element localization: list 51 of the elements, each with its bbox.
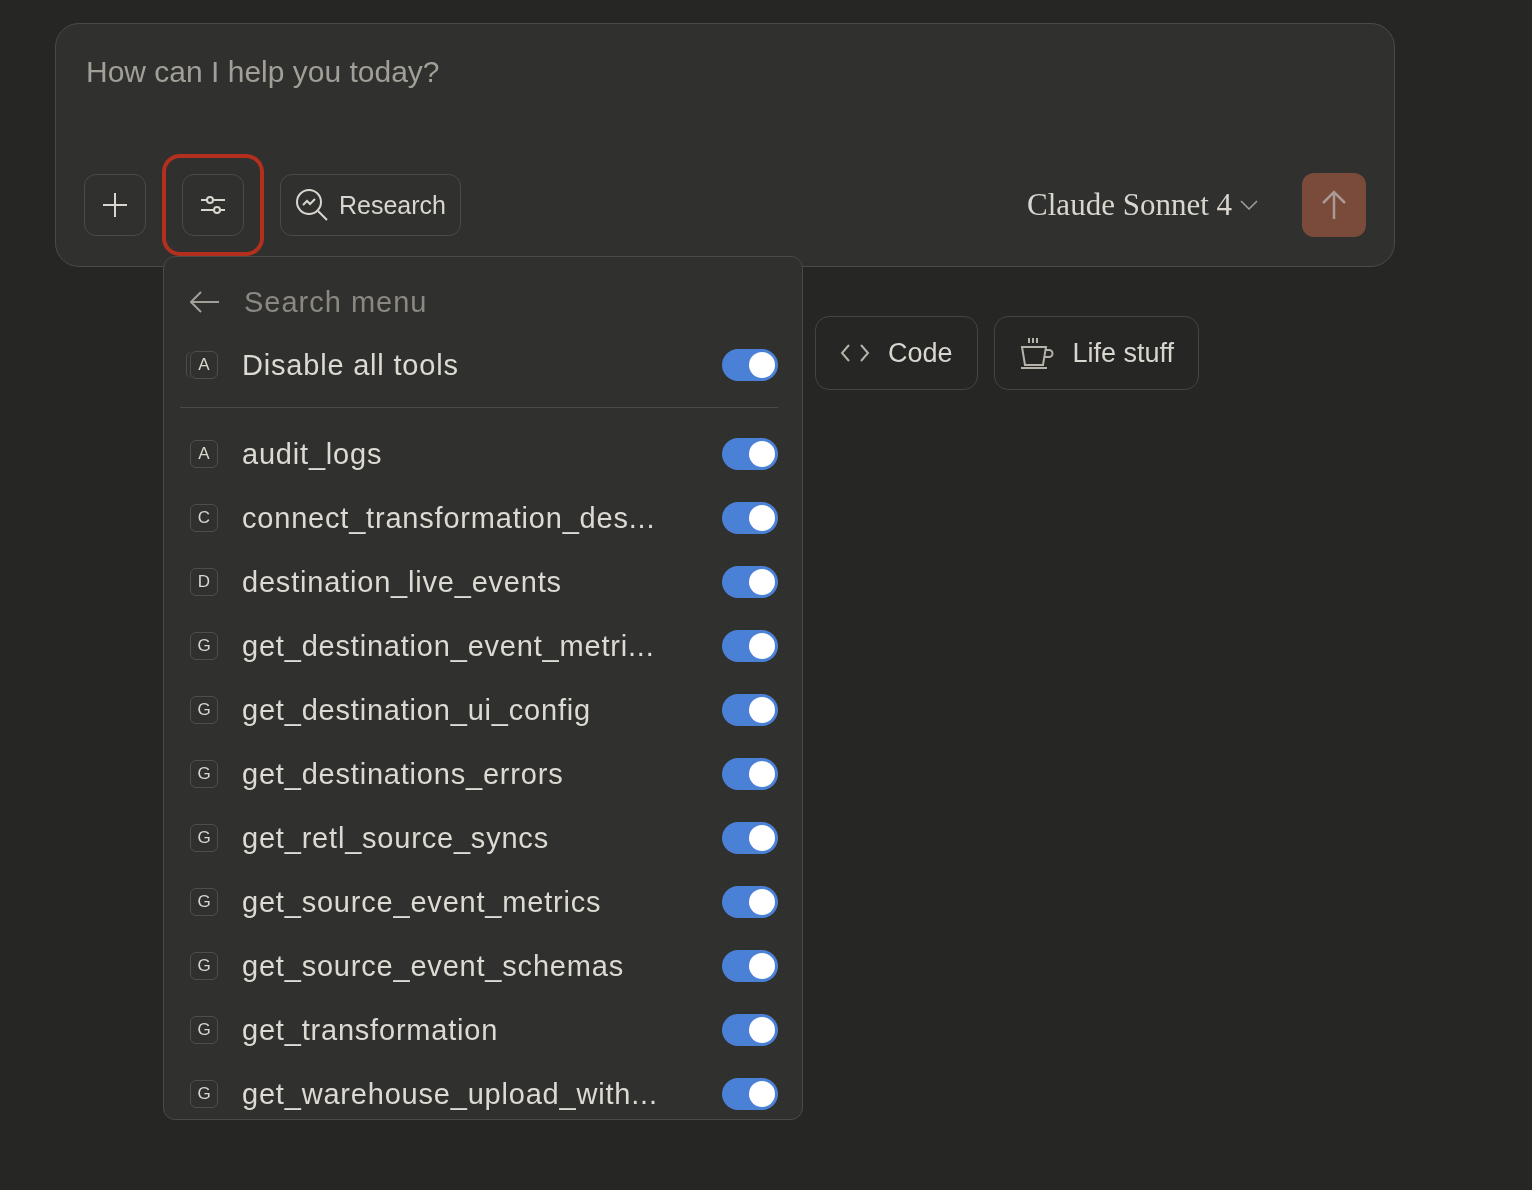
arrow-up-icon xyxy=(1321,190,1347,220)
tool-letter-icon: G xyxy=(190,824,218,852)
prompt-chip[interactable]: Life stuff xyxy=(993,316,1200,390)
toggle-switch[interactable] xyxy=(722,950,778,982)
add-button[interactable] xyxy=(84,174,146,236)
toggle-switch[interactable] xyxy=(722,630,778,662)
toggle-switch[interactable] xyxy=(722,1078,778,1110)
toggle-switch[interactable] xyxy=(722,694,778,726)
toggle-switch[interactable] xyxy=(722,349,778,381)
research-button[interactable]: Research xyxy=(280,174,461,236)
tool-name: get_destination_ui_config xyxy=(242,693,592,727)
tool-name: destination_live_events xyxy=(242,565,563,599)
tool-name: audit_logs xyxy=(242,437,384,471)
tool-letter-icon: G xyxy=(190,1080,218,1108)
tool-letter-icon: C xyxy=(190,504,218,532)
tool-letter-icon: G xyxy=(190,1016,218,1044)
coffee-cup-icon xyxy=(1018,337,1055,369)
tool-letter-icon: G xyxy=(190,760,218,788)
search-trend-icon xyxy=(295,188,329,222)
send-button[interactable] xyxy=(1302,173,1366,237)
search-field[interactable]: Search menu xyxy=(242,284,626,320)
tool-name: get_destination_event_metri... xyxy=(242,629,656,663)
tool-name: get_destinations_errors xyxy=(242,757,565,791)
menu-item-label: Disable all tools xyxy=(242,348,460,382)
toggle-switch[interactable] xyxy=(722,822,778,854)
toggle-switch[interactable] xyxy=(722,1014,778,1046)
tool-letter-icon: G xyxy=(190,952,218,980)
tool-name: get_source_event_metrics xyxy=(242,885,603,919)
plus-icon xyxy=(102,192,128,218)
tool-name: get_source_event_schemas xyxy=(242,949,625,983)
back-arrow-icon[interactable] xyxy=(190,291,220,313)
settings-button[interactable] xyxy=(182,174,244,236)
model-selector[interactable]: Claude Sonnet 4 xyxy=(1021,186,1264,224)
prompt-chip[interactable]: Code xyxy=(815,316,978,390)
tool-name: get_warehouse_upload_with... xyxy=(242,1077,659,1111)
toggle-switch[interactable] xyxy=(722,886,778,918)
toggle-switch[interactable] xyxy=(722,438,778,470)
tool-name: get_transformation xyxy=(242,1013,500,1047)
toggle-switch[interactable] xyxy=(722,566,778,598)
tool-letter-icon: D xyxy=(190,568,218,596)
toggle-switch[interactable] xyxy=(722,502,778,534)
tool-letter-icon: G xyxy=(190,888,218,916)
tool-letter-icon: A xyxy=(190,440,218,468)
chevron-down-icon xyxy=(1240,200,1258,210)
message-input[interactable]: How can I help you today? xyxy=(84,54,688,90)
tool-name: connect_transformation_des... xyxy=(242,501,657,535)
toggle-switch[interactable] xyxy=(722,758,778,790)
tool-name: get_retl_source_syncs xyxy=(242,821,550,855)
sliders-icon xyxy=(200,194,226,216)
tool-letter-icon: G xyxy=(190,696,218,724)
tool-letter-icon: G xyxy=(190,632,218,660)
